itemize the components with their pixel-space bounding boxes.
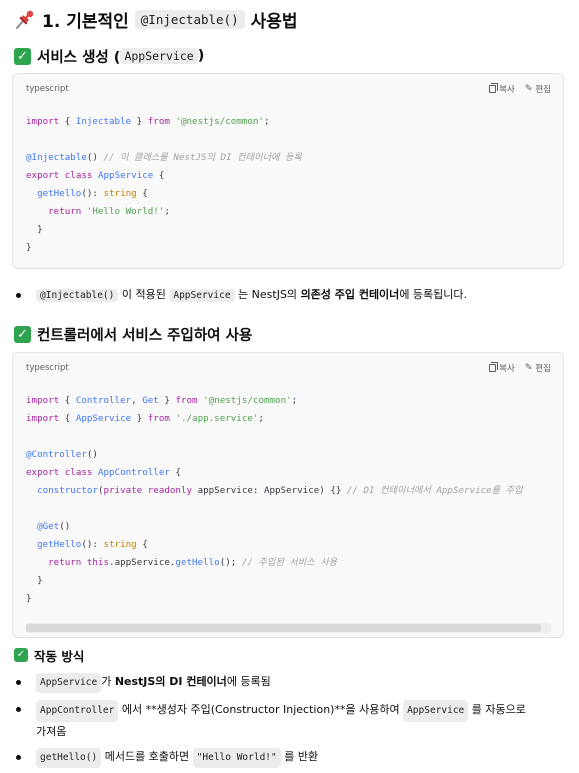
section-title-text: 작동 방식 <box>34 648 85 664</box>
code-block-header: typescript 복사 ✎ 편집 <box>26 361 551 375</box>
page-heading: 1. 기본적인 @Injectable() 사용법 <box>14 6 298 32</box>
check-mark-icon: ✓ <box>14 648 28 662</box>
code-language-label: typescript <box>26 84 69 94</box>
copy-icon <box>489 83 499 93</box>
edit-button[interactable]: ✎ 편집 <box>525 83 551 95</box>
copy-icon <box>489 362 499 372</box>
list-item: getHello() 메서드를 호출하면 "Hello World!" 를 반환 <box>0 748 560 768</box>
edit-button[interactable]: ✎ 편집 <box>525 362 551 374</box>
check-mark-icon: ✓ <box>14 47 31 65</box>
section-title-text: 컨트롤러에서 서비스 주입하여 사용 <box>37 327 253 344</box>
pencil-icon: ✎ <box>524 362 533 373</box>
copy-button[interactable]: 복사 <box>489 83 515 95</box>
section-title-close: ) <box>197 48 205 64</box>
bullet-list-1: @Injectable() 이 적용된 AppService 는 NestJS의… <box>0 286 560 302</box>
section-title-controller: ✓ 컨트롤러에서 서비스 주입하여 사용 <box>14 323 252 345</box>
list-item: AppController 에서 **생성자 주입(Constructor In… <box>0 700 560 748</box>
section-inline-code: AppService <box>120 48 198 64</box>
code-block-service: typescript 복사 ✎ 편집 import { Injectable }… <box>12 73 564 269</box>
list-item: @Injectable() 이 적용된 AppService 는 NestJS의… <box>0 286 560 302</box>
heading-prefix: 1. 기본적인 <box>42 11 129 32</box>
section-title-create-service: ✓ 서비스 생성 ( AppService ) <box>14 45 204 67</box>
check-mark-icon: ✓ <box>14 325 31 343</box>
code-block-controller: typescript 복사 ✎ 편집 import { Controller, … <box>12 352 564 638</box>
heading-inline-code: @Injectable() <box>134 9 245 29</box>
code-language-label: typescript <box>26 363 69 373</box>
code-content[interactable]: import { Injectable } from '@nestjs/comm… <box>26 113 302 257</box>
section-title-text: 서비스 생성 ( <box>37 49 121 66</box>
horizontal-scrollbar[interactable] <box>26 623 551 633</box>
copy-button[interactable]: 복사 <box>489 362 515 374</box>
scrollbar-thumb[interactable] <box>26 624 541 632</box>
bullet-list-2: AppService 가 NestJS의 DI 컨테이너에 등록됨 AppCont… <box>0 673 560 768</box>
code-block-header: typescript 복사 ✎ 편집 <box>26 82 551 96</box>
pencil-icon: ✎ <box>524 83 533 94</box>
heading-suffix: 사용법 <box>250 11 298 32</box>
list-item: AppService 가 NestJS의 DI 컨테이너에 등록됨 <box>0 673 560 700</box>
pushpin-icon <box>14 8 36 30</box>
section-title-how-it-works: ✓ 작동 방식 <box>14 646 84 664</box>
code-content[interactable]: import { Controller, Get } from '@nestjs… <box>26 392 523 608</box>
